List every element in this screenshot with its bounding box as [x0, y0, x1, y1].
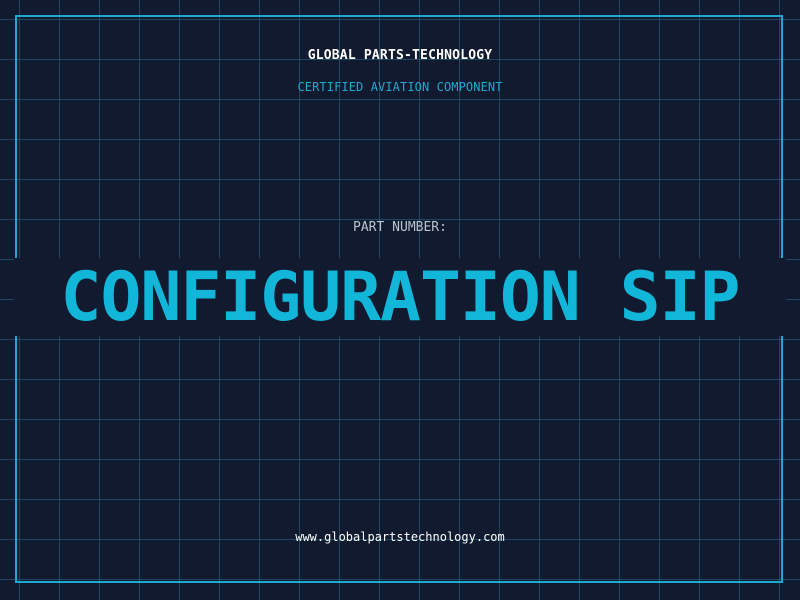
company-name: GLOBAL PARTS-TECHNOLOGY	[307, 48, 493, 63]
part-number-value: CONFIGURATION SIP	[60, 258, 741, 337]
certification-subtitle: CERTIFIED AVIATION COMPONENT	[297, 80, 503, 94]
label-card: GLOBAL PARTS-TECHNOLOGY CERTIFIED AVIATI…	[0, 0, 800, 600]
website-url: www.globalpartstechnology.com	[295, 530, 505, 544]
part-number-label: PART NUMBER:	[353, 220, 447, 235]
